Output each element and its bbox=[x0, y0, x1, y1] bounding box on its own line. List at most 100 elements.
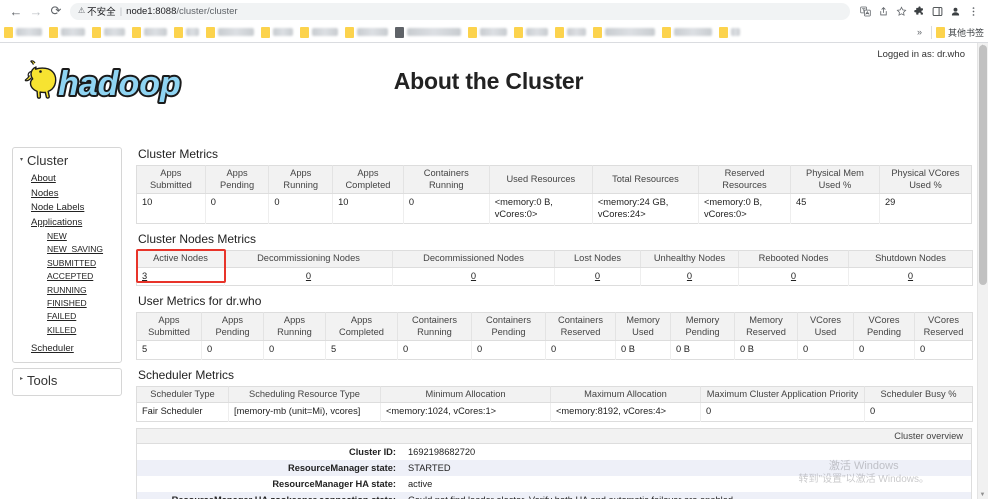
forward-button[interactable]: → bbox=[26, 1, 46, 21]
col-user-memory-used: Memory Used bbox=[615, 312, 671, 341]
value-rm-ha-zk-state: Could not find leader elector. Verify bo… bbox=[402, 491, 971, 499]
col-user-apps-pending: Apps Pending bbox=[201, 312, 264, 341]
sidebar-item-state-accepted[interactable]: ACCEPTED bbox=[47, 271, 93, 281]
cell-user-containers-pending: 0 bbox=[471, 340, 546, 359]
sidebar-item-state-finished[interactable]: FINISHED bbox=[47, 298, 87, 308]
bookmark-item[interactable] bbox=[593, 26, 655, 38]
user-metrics-table: Apps Submitted Apps Pending Apps Running… bbox=[136, 312, 973, 360]
sidebar-item-state-killed[interactable]: KILLED bbox=[47, 325, 76, 335]
label-cluster-id: Cluster ID: bbox=[137, 443, 402, 460]
shutdown-nodes-link[interactable]: 0 bbox=[908, 271, 913, 281]
other-bookmarks-button[interactable]: 其他书签 bbox=[935, 26, 984, 39]
table-row: 5 0 0 5 0 0 0 0 B 0 B 0 B 0 0 0 bbox=[136, 340, 973, 359]
sidebar-item-state-failed[interactable]: FAILED bbox=[47, 311, 76, 321]
translate-icon[interactable] bbox=[856, 2, 874, 20]
active-nodes-link[interactable]: 3 bbox=[142, 271, 147, 281]
bookmark-favicon-icon bbox=[468, 26, 477, 38]
sidebar-item-applications[interactable]: Applications bbox=[31, 217, 82, 228]
profile-icon[interactable] bbox=[946, 2, 964, 20]
address-bar[interactable]: ⚠ 不安全 | node1:8088/cluster/cluster bbox=[70, 2, 850, 20]
cell-containers-running: 0 bbox=[403, 193, 490, 224]
insecure-label[interactable]: 不安全 bbox=[87, 4, 116, 18]
table-header-row: Scheduler Type Scheduling Resource Type … bbox=[136, 386, 973, 403]
list-item: FINISHED bbox=[47, 296, 121, 309]
bookmark-item[interactable] bbox=[174, 26, 199, 38]
bookmark-item[interactable] bbox=[261, 26, 293, 38]
bookmark-item[interactable] bbox=[514, 26, 548, 38]
rebooted-nodes-link[interactable]: 0 bbox=[791, 271, 796, 281]
sidebar-application-states: NEW NEW_SAVING SUBMITTED ACCEPTED RUNNIN… bbox=[31, 229, 121, 336]
page-scrollbar[interactable]: ▲ ▼ bbox=[977, 43, 988, 499]
col-user-memory-pending: Memory Pending bbox=[670, 312, 735, 341]
bookmark-label bbox=[104, 28, 125, 36]
col-user-vcores-reserved: VCores Reserved bbox=[914, 312, 973, 341]
sidebar-tools-label: Tools bbox=[27, 372, 58, 388]
label-rm-ha-zk-state: ResourceManager HA zookeeper connection … bbox=[137, 491, 402, 499]
bookmark-item[interactable] bbox=[92, 26, 125, 38]
url-host: node1:8088 bbox=[126, 5, 177, 17]
sidebar-item-state-running[interactable]: RUNNING bbox=[47, 285, 87, 295]
scroll-down-arrow[interactable]: ▼ bbox=[978, 491, 987, 499]
bookmark-item[interactable] bbox=[395, 26, 461, 38]
page-scrollbar-thumb[interactable] bbox=[979, 45, 987, 285]
bookmark-item[interactable] bbox=[206, 26, 254, 38]
table-row: ResourceManager HA state: active bbox=[137, 475, 971, 492]
bookmark-item[interactable] bbox=[4, 26, 42, 38]
bookmark-item[interactable] bbox=[132, 26, 167, 38]
cell-rebooted-nodes: 0 bbox=[738, 267, 849, 286]
bookmarks-overflow-button[interactable]: » bbox=[912, 27, 927, 37]
insecure-warning-icon: ⚠ bbox=[78, 6, 86, 15]
lost-nodes-link[interactable]: 0 bbox=[595, 271, 600, 281]
bookmark-item[interactable] bbox=[719, 26, 740, 38]
table-row: 10 0 0 10 0 <memory:0 B, vCores:0> <memo… bbox=[136, 193, 972, 224]
sidepanel-icon[interactable] bbox=[928, 2, 946, 20]
back-button[interactable]: ← bbox=[6, 1, 26, 21]
cell-user-vcores-used: 0 bbox=[797, 340, 854, 359]
bookmark-item[interactable] bbox=[49, 26, 85, 38]
sidebar-cluster-header[interactable]: ▾ Cluster bbox=[13, 152, 121, 171]
bookmark-item[interactable] bbox=[555, 26, 586, 38]
sidebar-item-nodes[interactable]: Nodes bbox=[31, 188, 58, 199]
table-row: ResourceManager HA zookeeper connection … bbox=[137, 491, 971, 499]
sidebar-cluster-list: About Nodes Node Labels Applications NEW… bbox=[13, 171, 121, 356]
cell-apps-pending: 0 bbox=[205, 193, 270, 224]
col-physical-vcores-used: Physical VCores Used % bbox=[879, 165, 972, 194]
col-used-resources: Used Resources bbox=[489, 165, 593, 194]
cell-physical-mem-used: 45 bbox=[790, 193, 880, 224]
chrome-menu-icon[interactable] bbox=[964, 2, 982, 20]
sidebar-item-state-new-saving[interactable]: NEW_SAVING bbox=[47, 244, 103, 254]
sidebar-tools-group[interactable]: ▸ Tools bbox=[12, 367, 122, 396]
sidebar-item-scheduler[interactable]: Scheduler bbox=[31, 343, 74, 354]
share-icon[interactable] bbox=[874, 2, 892, 20]
bookmark-favicon-icon bbox=[395, 26, 404, 38]
bookmark-favicon-icon bbox=[593, 26, 602, 38]
extensions-icon[interactable] bbox=[910, 2, 928, 20]
cell-scheduler-busy-pct: 0 bbox=[864, 402, 973, 421]
sidebar-item-state-submitted[interactable]: SUBMITTED bbox=[47, 258, 96, 268]
decommissioning-nodes-link[interactable]: 0 bbox=[306, 271, 311, 281]
list-item: RUNNING bbox=[47, 283, 121, 296]
bookmark-label bbox=[144, 28, 167, 36]
bookmark-item[interactable] bbox=[345, 26, 388, 38]
bookmark-item[interactable] bbox=[662, 26, 712, 38]
col-containers-running: Containers Running bbox=[403, 165, 490, 194]
bookmark-label bbox=[218, 28, 254, 36]
decommissioned-nodes-link[interactable]: 0 bbox=[471, 271, 476, 281]
col-total-resources: Total Resources bbox=[592, 165, 700, 194]
sidebar-item-about[interactable]: About bbox=[31, 173, 56, 184]
reload-button[interactable]: ⟳ bbox=[46, 1, 66, 21]
sidebar-item-node-labels[interactable]: Node Labels bbox=[31, 202, 84, 213]
value-rm-ha-state: active bbox=[402, 475, 971, 492]
sidebar-tools-header[interactable]: ▸ Tools bbox=[13, 372, 121, 391]
table-row: Cluster ID: 1692198682720 bbox=[137, 443, 971, 460]
bookmark-label bbox=[674, 28, 712, 36]
unhealthy-nodes-link[interactable]: 0 bbox=[687, 271, 692, 281]
sidebar-item-state-new[interactable]: NEW bbox=[47, 231, 67, 241]
bookmark-item[interactable] bbox=[468, 26, 507, 38]
cell-user-memory-used: 0 B bbox=[615, 340, 671, 359]
page-viewport: Logged in as: dr.who hadoop hadoop About… bbox=[0, 43, 988, 499]
bookmark-item[interactable] bbox=[300, 26, 338, 38]
col-minimum-allocation: Minimum Allocation bbox=[380, 386, 551, 403]
bookmark-star-icon[interactable] bbox=[892, 2, 910, 20]
bookmark-label bbox=[731, 28, 740, 36]
